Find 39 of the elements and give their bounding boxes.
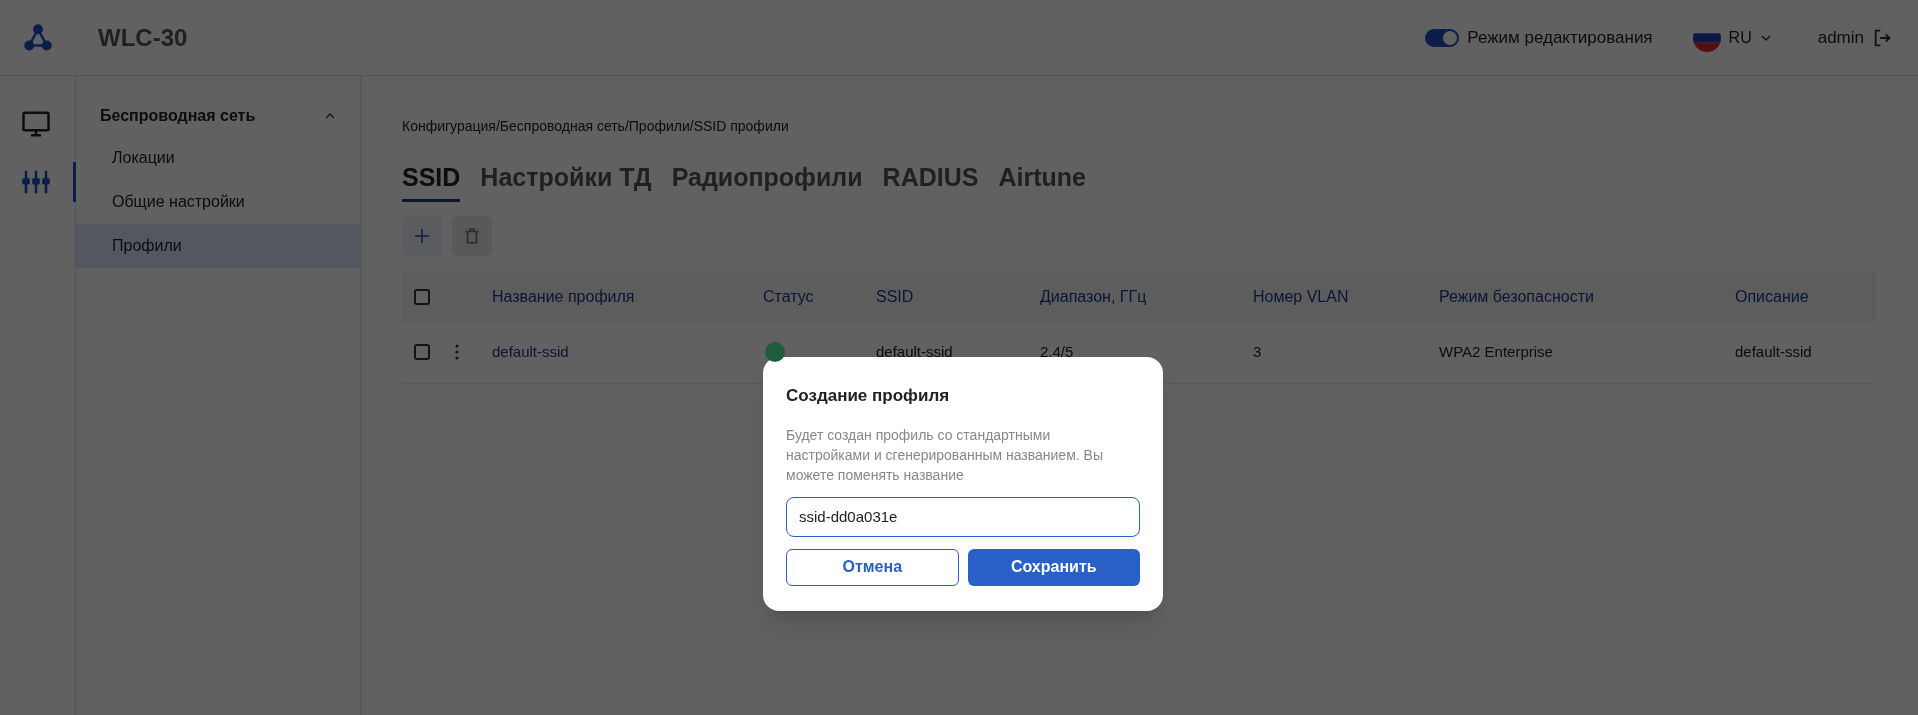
tab[interactable]: RADIUS bbox=[882, 159, 979, 202]
language-selector[interactable]: RU bbox=[1692, 23, 1772, 52]
sidebar-section[interactable]: Беспроводная сеть bbox=[76, 96, 360, 136]
edit-mode-toggle[interactable] bbox=[1425, 28, 1460, 47]
breadcrumb: Конфигурация/Беспроводная сеть/Профили/SSID профили bbox=[402, 117, 790, 136]
tab[interactable]: Airtune bbox=[998, 159, 1086, 202]
table-cell-text: default-ssid bbox=[876, 341, 954, 362]
tab[interactable]: Радиопрофили bbox=[671, 159, 863, 202]
trash-icon bbox=[463, 226, 481, 245]
table-cell-text: 2.4/5 bbox=[1040, 341, 1075, 362]
column-header: Номер VLAN bbox=[1253, 286, 1350, 307]
logo-icon bbox=[23, 22, 53, 53]
checkbox[interactable] bbox=[414, 344, 430, 360]
column-header: Статус bbox=[763, 286, 815, 307]
tab[interactable]: Настройки ТД bbox=[480, 159, 652, 202]
dialog-text: Будет создан профиль со стандартными настройками и сгенерированным названием. Вы можете поменять название bbox=[786, 425, 1104, 485]
user-menu[interactable]: admin bbox=[1817, 24, 1894, 51]
name-field[interactable]: ssid-dd0a031e bbox=[786, 496, 1140, 537]
table-cell-text: WPA2 Enterprise bbox=[1439, 341, 1554, 362]
monitor-icon bbox=[21, 109, 51, 139]
column-header: SSID bbox=[876, 286, 915, 307]
table-cell-text: 3 bbox=[1253, 341, 1263, 362]
app-title: WLC-30 bbox=[98, 22, 188, 53]
cancel-button[interactable]: Отмена bbox=[786, 548, 959, 586]
column-header: Режим безопасности bbox=[1439, 286, 1595, 307]
column-header: Диапазон, ГГц bbox=[1040, 286, 1148, 307]
checkbox[interactable] bbox=[414, 288, 430, 305]
dialog-title: Создание профиля bbox=[786, 385, 951, 407]
column-header: Название профиля bbox=[492, 286, 636, 307]
plus-icon bbox=[414, 227, 430, 244]
profile-link[interactable]: default-ssid bbox=[492, 340, 763, 364]
more-icon[interactable] bbox=[455, 344, 459, 360]
edit-mode-label: Режим редактирования bbox=[1467, 26, 1653, 49]
table-cell-text: default-ssid bbox=[1735, 341, 1813, 362]
column-header: Описание bbox=[1735, 286, 1810, 307]
save-button[interactable]: Сохранить bbox=[967, 548, 1140, 586]
tab[interactable]: SSID bbox=[402, 159, 461, 202]
sidebar-item[interactable]: Профили bbox=[76, 224, 360, 268]
add-button[interactable] bbox=[402, 215, 442, 256]
